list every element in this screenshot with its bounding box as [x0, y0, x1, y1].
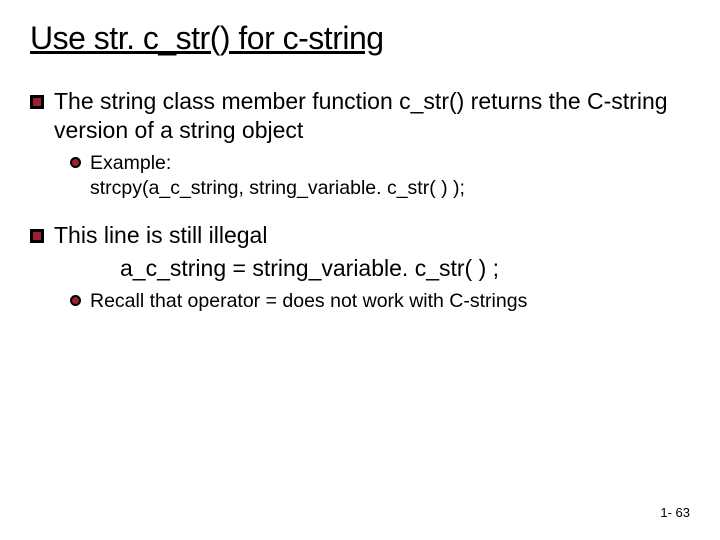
slide-title: Use str. c_str() for c-string: [30, 20, 690, 57]
bullet-2: This line is still illegal: [30, 221, 690, 250]
bullet-2-code: a_c_string = string_variable. c_str( ) ;: [120, 254, 690, 283]
sub-bullet-2: Recall that operator = does not work wit…: [70, 289, 690, 314]
circle-bullet-icon: [70, 295, 81, 306]
circle-bullet-icon: [70, 157, 81, 168]
page-number: 1- 63: [660, 505, 690, 520]
square-bullet-icon: [30, 95, 44, 109]
bullet-block-1: The string class member function c_str()…: [30, 87, 690, 201]
sub-1-text: Example: strcpy(a_c_string, string_varia…: [90, 151, 690, 202]
bullet-1: The string class member function c_str()…: [30, 87, 690, 145]
bullet-1-text: The string class member function c_str()…: [54, 87, 690, 145]
sub-block-2: Recall that operator = does not work wit…: [70, 289, 690, 314]
square-bullet-icon: [30, 229, 44, 243]
sub-block-1: Example: strcpy(a_c_string, string_varia…: [70, 151, 690, 202]
bullet-2-text: This line is still illegal: [54, 221, 690, 250]
sub-2-text: Recall that operator = does not work wit…: [90, 289, 690, 314]
sub-bullet-1: Example: strcpy(a_c_string, string_varia…: [70, 151, 690, 202]
bullet-block-2: This line is still illegal a_c_string = …: [30, 221, 690, 314]
